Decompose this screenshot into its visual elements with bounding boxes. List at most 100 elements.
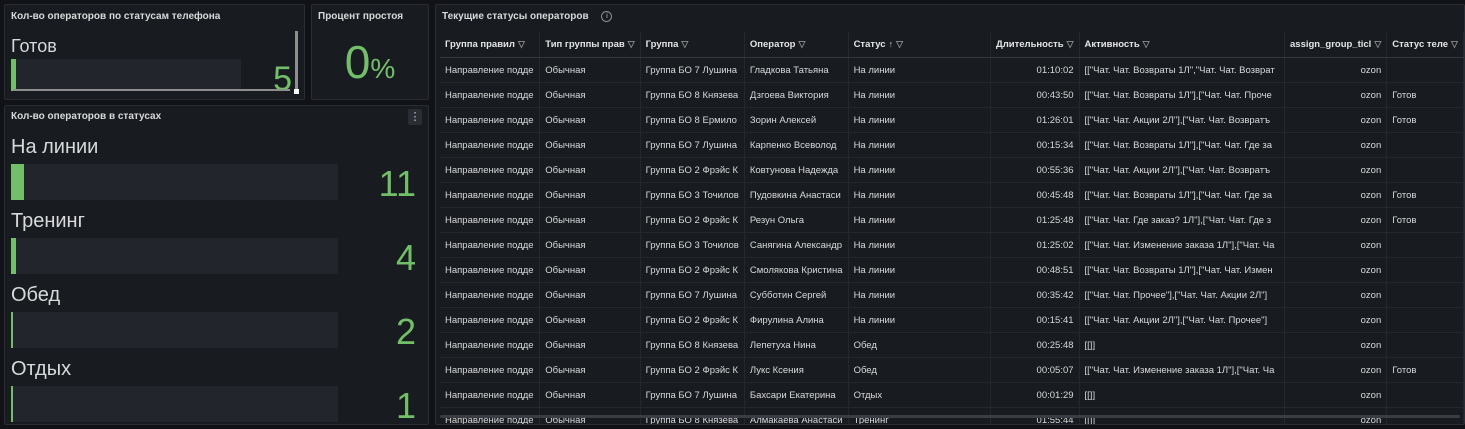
vertical-scrollbar[interactable]	[295, 31, 298, 91]
table-cell: Направление подде	[440, 182, 541, 208]
filter-icon[interactable]: ▽	[1374, 39, 1381, 50]
filter-icon[interactable]: ▽	[1143, 39, 1150, 50]
table-row[interactable]: Направление подде Обычная Группа БО 2 Фрэй…	[440, 157, 1464, 183]
column-header-label: Длительность	[995, 39, 1064, 50]
column-header[interactable]: assign_group_ticl ▽	[1284, 32, 1388, 58]
status-value: 11	[378, 163, 416, 204]
table-row[interactable]: Направление подде Обычная Группа БО 2 Фрэй…	[440, 257, 1464, 283]
table-cell: Обычная	[539, 382, 641, 408]
table-cell: Направление подде	[440, 382, 541, 408]
filter-icon[interactable]: ▽	[799, 39, 806, 50]
table-cell: Бахсари Екатерина	[744, 382, 849, 408]
table-cell: Фирулина Алина	[744, 307, 849, 333]
gauge-fill	[11, 59, 16, 91]
table-row[interactable]: Направление подде Обычная Группа БО 2 Фрэй…	[440, 357, 1464, 383]
table-cell: На линии	[848, 57, 991, 83]
table-cell: 00:25:48	[990, 332, 1080, 358]
table-cell: Группа БО 2 Фрэйс К	[640, 307, 745, 333]
table-row[interactable]: Направление подде Обычная Группа БО 2 Фрэй…	[440, 207, 1464, 233]
status-value: 4	[395, 237, 416, 278]
table-cell: Готов	[1386, 182, 1464, 208]
column-header[interactable]: Оператор ▽	[744, 32, 849, 58]
table-cell: Лепетуха Нина	[744, 332, 849, 358]
table-cell: Направление подде	[440, 357, 541, 383]
status-bar-track	[11, 238, 338, 274]
panel-title: Процент простоя	[318, 11, 404, 22]
table-cell: Пудовкина Анастаси	[744, 182, 849, 208]
stat-number: 0	[344, 36, 371, 88]
table-cell: 00:35:42	[990, 282, 1080, 308]
filter-icon[interactable]: ▽	[896, 39, 903, 50]
table-cell: Группа БО 8 Ермило	[640, 107, 745, 133]
filter-icon[interactable]: ▽	[1067, 39, 1074, 50]
column-header[interactable]: Длительность ▽	[990, 32, 1080, 58]
table-row[interactable]: Направление подде Обычная Группа БО 3 Точи…	[440, 232, 1464, 258]
table-cell	[1386, 282, 1464, 308]
phone-status-panel: Кол-во операторов по статусам телефона Г…	[4, 4, 305, 100]
status-bar-fill	[11, 312, 14, 348]
table-cell: Обычная	[539, 282, 641, 308]
gauge-track	[11, 59, 241, 91]
status-value: 2	[395, 311, 416, 352]
table-row[interactable]: Направление подде Обычная Группа БО 7 Луши…	[440, 282, 1464, 308]
kebab-menu-icon[interactable]: ⋮	[408, 109, 422, 125]
filter-icon[interactable]: ▽	[628, 39, 635, 50]
table-row[interactable]: Направление подде Обычная Группа БО 8 Ерми…	[440, 107, 1464, 133]
table-cell: Направление подде	[440, 332, 541, 358]
table-cell	[1386, 332, 1464, 358]
table-cell: Обычная	[539, 332, 641, 358]
operators-table: Группа правил ▽ Тип группы прав ▽ Группа ▽ Опе…	[440, 32, 1464, 424]
table-row[interactable]: Направление подде Обычная Группа БО 7 Луши…	[440, 132, 1464, 158]
table-cell: Готов	[1386, 82, 1464, 108]
filter-icon[interactable]: ▽	[1451, 39, 1458, 50]
column-header[interactable]: Тип группы прав ▽	[539, 32, 641, 58]
table-cell: Группа БО 8 Князева	[640, 82, 745, 108]
column-header-label: Статус теле	[1392, 39, 1449, 50]
table-cell: Резун Ольга	[744, 207, 849, 233]
sort-ascending-icon[interactable]: ↑	[889, 39, 894, 49]
status-value: 1	[395, 385, 416, 425]
table-cell: [["Чат. Чат. Акции 2Л"],["Чат. Чат. Возв…	[1079, 157, 1286, 183]
table-row[interactable]: Направление подде Обычная Группа БО 2 Фрэй…	[440, 307, 1464, 333]
column-header[interactable]: Активность ▽	[1079, 32, 1286, 58]
table-cell: Обычная	[539, 82, 641, 108]
table-cell: Группа БО 8 Князева	[640, 332, 745, 358]
horizontal-scrollbar[interactable]	[13, 89, 290, 91]
status-label: Отдых	[11, 358, 72, 380]
column-header[interactable]: Группа правил ▽	[440, 32, 541, 58]
column-header-label: assign_group_ticl	[1290, 39, 1372, 50]
table-cell: ozon	[1284, 107, 1388, 133]
table-cell: [["Чат. Чат. Возвраты 1Л"],["Чат. Чат. И…	[1079, 257, 1286, 283]
table-row[interactable]: Направление подде Обычная Группа БО 8 Княз…	[440, 332, 1464, 358]
column-header[interactable]: Статус ↑ ▽	[848, 32, 991, 58]
table-cell: Группа БО 3 Точилов	[640, 182, 745, 208]
table-row[interactable]: Направление подде Обычная Группа БО 8 Княз…	[440, 82, 1464, 108]
table-cell	[1386, 57, 1464, 83]
table-cell: Обед	[848, 332, 991, 358]
table-row[interactable]: Направление подде Обычная Группа БО 3 Точи…	[440, 182, 1464, 208]
status-bar-track	[11, 386, 338, 422]
filter-icon[interactable]: ▽	[681, 39, 688, 50]
table-row[interactable]: Направление подде Обычная Группа БО 7 Луши…	[440, 57, 1464, 83]
table-cell: 01:10:02	[990, 57, 1080, 83]
table-cell	[1386, 157, 1464, 183]
table-row[interactable]: Направление подде Обычная Группа БО 7 Луши…	[440, 382, 1464, 408]
table-cell: ozon	[1284, 257, 1388, 283]
column-header[interactable]: Группа ▽	[640, 32, 745, 58]
horizontal-scrollbar[interactable]	[440, 415, 1460, 418]
table-cell: Обычная	[539, 157, 641, 183]
filter-icon[interactable]: ▽	[518, 39, 525, 50]
table-cell: На линии	[848, 82, 991, 108]
info-icon[interactable]: i	[601, 11, 613, 22]
table-cell: Группа БО 2 Фрэйс К	[640, 157, 745, 183]
table-cell: 00:15:34	[990, 132, 1080, 158]
table-cell: Направление подде	[440, 157, 541, 183]
column-header[interactable]: Статус теле ▽	[1386, 32, 1464, 58]
table-cell: [["Чат. Чат. Акции 2Л"],["Чат. Чат. Проч…	[1079, 307, 1286, 333]
table-cell: 00:43:50	[990, 82, 1080, 108]
table-cell: [["Чат. Чат. Акции 2Л"],["Чат. Чат. Возв…	[1079, 107, 1286, 133]
table-cell: Обычная	[539, 307, 641, 333]
table-cell: На линии	[848, 307, 991, 333]
table-cell: [["Чат. Чат. Возвраты 1Л","Чат. Чат. Воз…	[1079, 57, 1286, 83]
table-cell	[1386, 307, 1464, 333]
